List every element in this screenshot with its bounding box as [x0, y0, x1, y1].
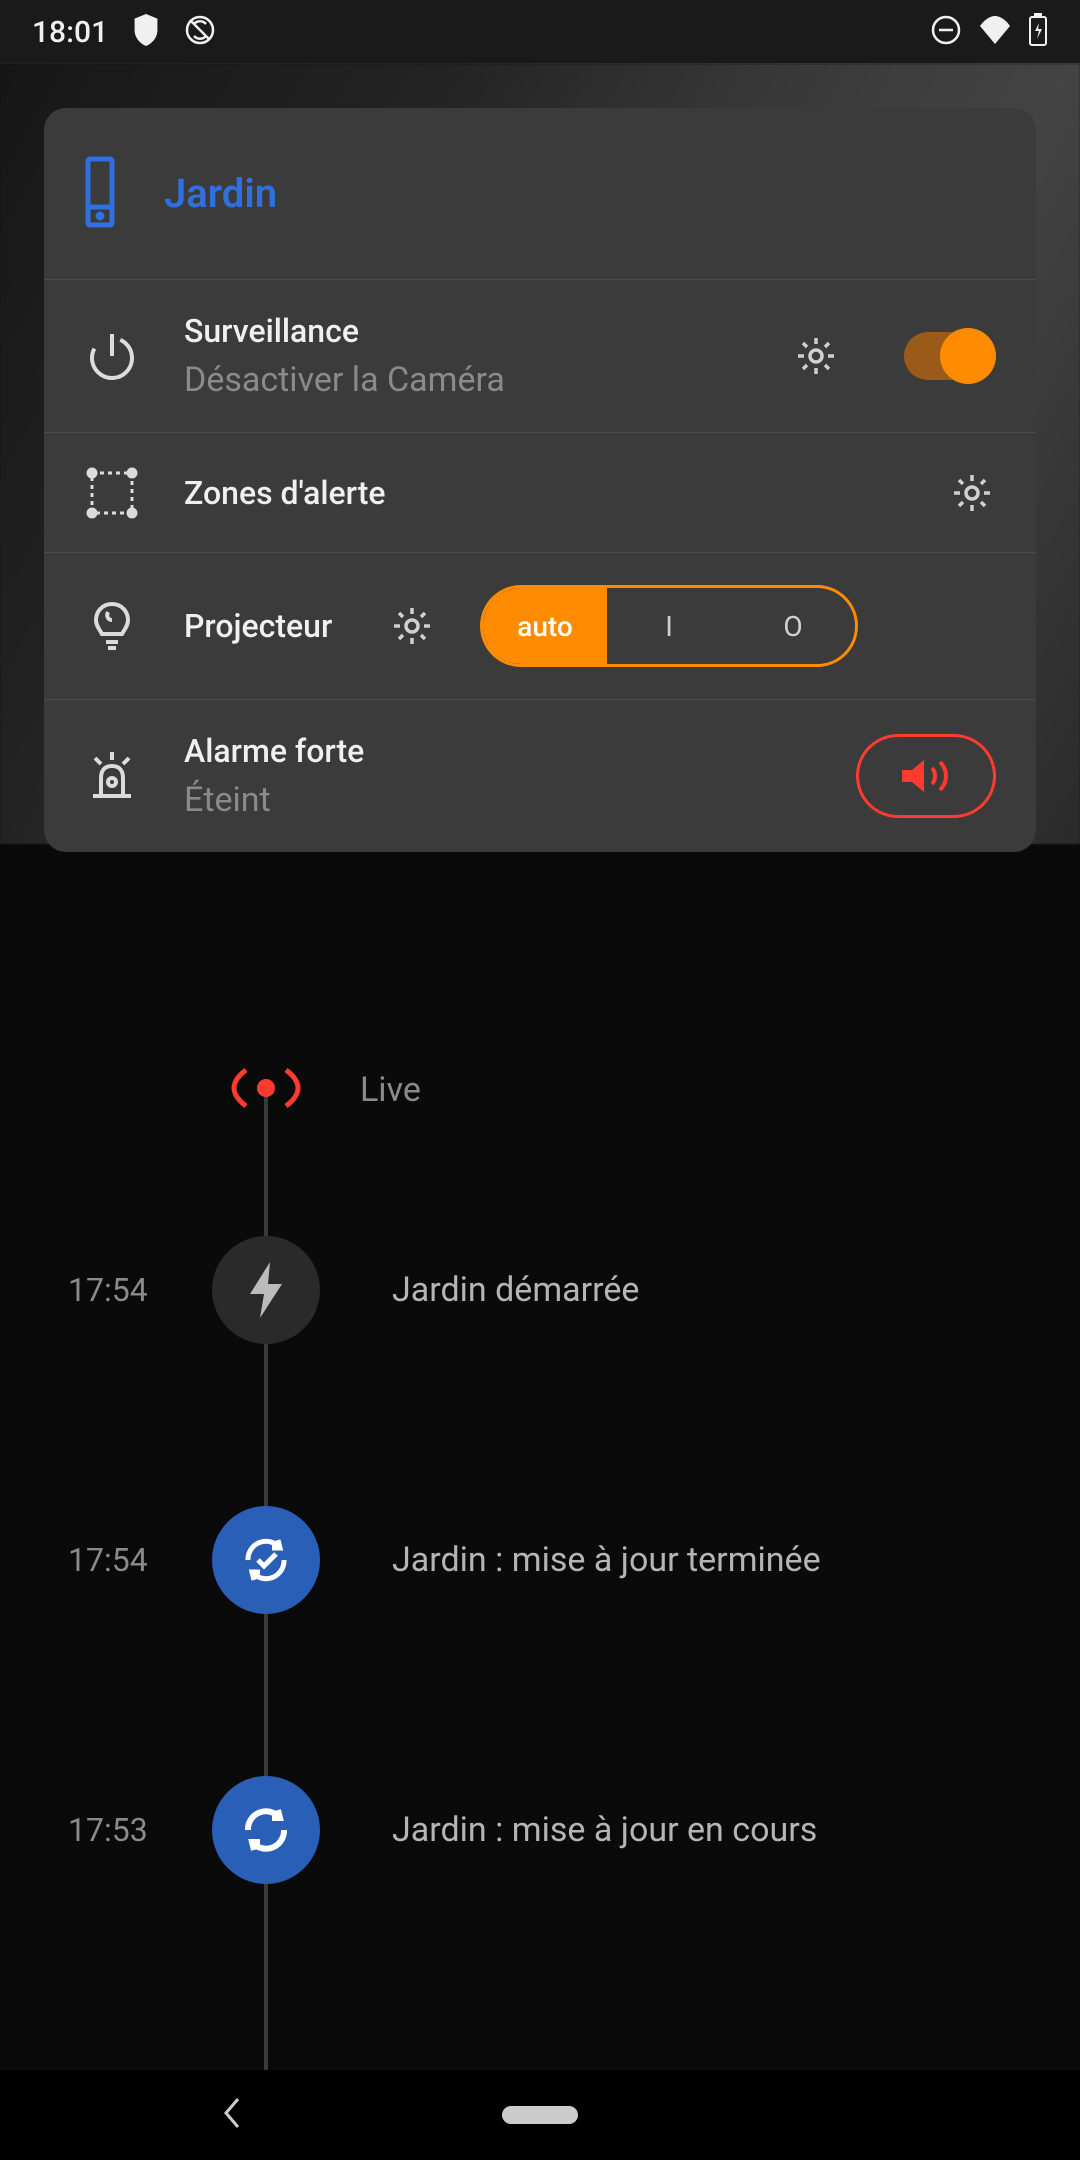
alarm-row: Alarme forte Éteint — [44, 700, 1036, 852]
sync-check-icon — [212, 1506, 320, 1614]
alarm-title: Alarme forte — [184, 732, 812, 770]
siren-icon — [84, 748, 140, 804]
projector-row: Projecteur auto I O — [44, 553, 1036, 700]
dnd-icon — [930, 14, 962, 50]
zones-title: Zones d'alerte — [184, 474, 904, 512]
zones-settings-button[interactable] — [948, 469, 996, 517]
projector-mode-auto[interactable]: auto — [483, 588, 607, 664]
shield-icon — [132, 14, 160, 50]
power-icon — [84, 330, 140, 382]
bolt-icon — [212, 1236, 320, 1344]
projector-mode-segment: auto I O — [480, 585, 858, 667]
event-label: Jardin : mise à jour en cours — [392, 1810, 817, 1850]
wifi-icon — [978, 16, 1012, 48]
no-sync-icon — [184, 14, 216, 50]
home-indicator[interactable] — [502, 2106, 578, 2124]
zones-icon — [84, 467, 140, 519]
live-icon — [228, 1062, 304, 1118]
projector-mode-on[interactable]: I — [607, 588, 731, 664]
speaker-icon — [898, 754, 954, 798]
projector-mode-off[interactable]: O — [731, 588, 855, 664]
navigation-bar — [0, 2070, 1080, 2160]
event-time: 17:53 — [68, 1811, 148, 1849]
panel-header[interactable]: Jardin — [44, 108, 1036, 280]
camera-name: Jardin — [164, 170, 277, 217]
sync-icon — [212, 1776, 320, 1884]
battery-charging-icon — [1028, 13, 1048, 51]
timeline[interactable]: Live 17:54 Jardin démarrée 17:54 Jardin … — [0, 1020, 1080, 2070]
surveillance-toggle[interactable] — [904, 332, 996, 380]
camera-settings-panel: Jardin Surveillance Désactiver la Caméra… — [44, 108, 1036, 852]
event-time: 17:54 — [68, 1271, 148, 1309]
surveillance-settings-button[interactable] — [792, 332, 840, 380]
event-label: Jardin : mise à jour terminée — [392, 1540, 821, 1580]
event-time: 17:54 — [68, 1541, 148, 1579]
projector-settings-button[interactable] — [388, 602, 436, 650]
alarm-subtitle: Éteint — [184, 780, 812, 820]
event-label: Jardin démarrée — [392, 1270, 639, 1310]
camera-device-icon — [84, 155, 116, 233]
bulb-icon — [84, 598, 140, 654]
surveillance-row: Surveillance Désactiver la Caméra — [44, 280, 1036, 433]
alarm-trigger-button[interactable] — [856, 734, 996, 818]
projector-title: Projecteur — [184, 607, 344, 645]
timeline-event[interactable]: 17:54 Jardin démarrée — [0, 1230, 1080, 1350]
back-button[interactable] — [220, 2095, 244, 2135]
status-bar: 18:01 — [0, 0, 1080, 64]
alert-zones-row[interactable]: Zones d'alerte — [44, 433, 1036, 553]
surveillance-subtitle: Désactiver la Caméra — [184, 360, 748, 400]
surveillance-title: Surveillance — [184, 312, 748, 350]
timeline-event[interactable]: 17:53 Jardin : mise à jour en cours — [0, 1770, 1080, 1890]
timeline-event[interactable]: 17:54 Jardin : mise à jour terminée — [0, 1500, 1080, 1620]
live-row[interactable]: Live — [0, 1030, 1080, 1150]
status-time: 18:01 — [32, 15, 108, 50]
live-label: Live — [360, 1070, 421, 1110]
